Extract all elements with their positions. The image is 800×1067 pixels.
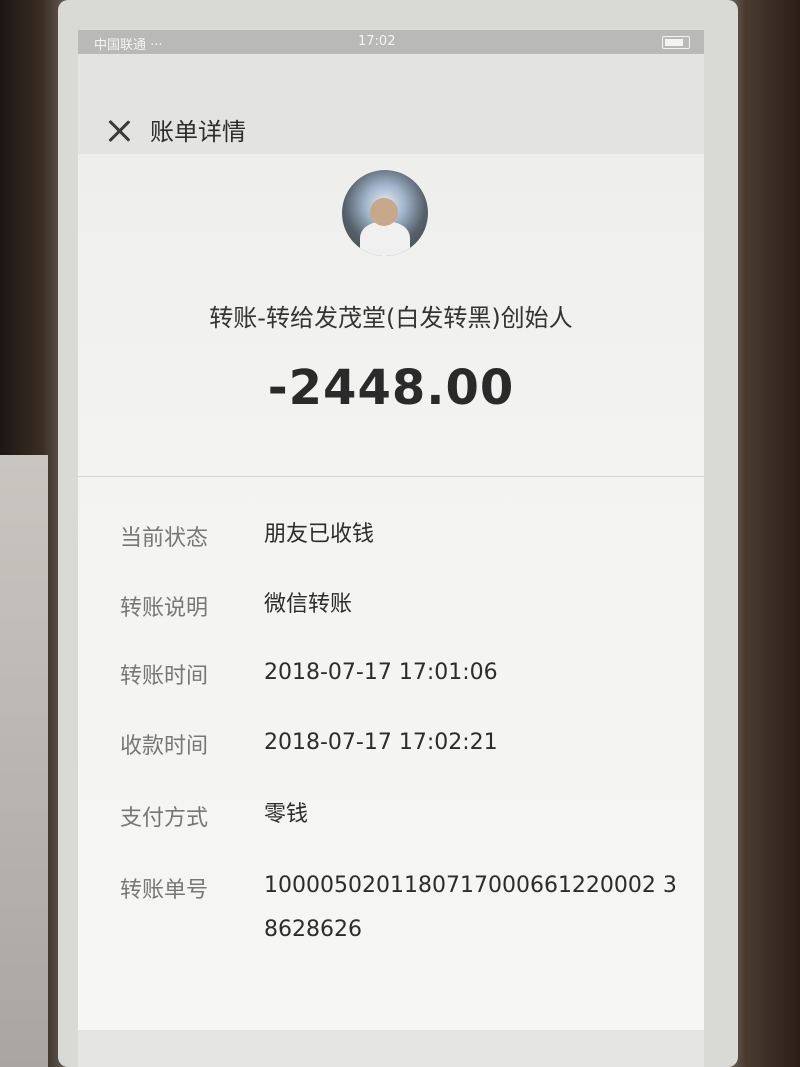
detail-label: 转账时间 [120,664,209,689]
divider [78,476,704,477]
avatar-figure [360,222,410,256]
detail-value: 2018-07-17 17:02:21 [264,730,498,755]
payee-description: 转账-转给发茂堂(白发转黑)创始人 [209,304,573,332]
detail-label: 当前状态 [120,526,209,551]
close-icon[interactable] [106,118,132,144]
avatar[interactable] [342,170,428,256]
detail-label: 支付方式 [120,806,209,831]
phone-screen: 中国联通 ··· 17:02 账单详情 转账-转给发茂堂(白发转黑)创始人 -2… [78,30,704,1067]
amount: -2448.00 [267,360,515,416]
status-time: 17:02 [358,34,396,49]
detail-value: 朋友已收钱 [264,522,375,547]
detail-label: 转账说明 [120,596,209,621]
page-title: 账单详情 [150,118,246,146]
detail-value: 零钱 [264,802,309,827]
detail-value: 2018-07-17 17:01:06 [264,660,498,685]
avatar-face [370,198,398,226]
detail-value: 微信转账 [264,592,353,617]
bottom-strip [78,1030,704,1067]
detail-value: 1000050201180717000661220002 38628626 [264,873,677,942]
detail-label: 收款时间 [120,734,209,759]
detail-label: 转账单号 [120,878,209,903]
carrier-label: 中国联通 ··· [94,38,163,53]
status-bar: 中国联通 ··· 17:02 [78,30,704,54]
battery-icon [662,36,690,49]
nav-bar: 账单详情 [78,54,704,154]
background-paper [0,455,48,1067]
